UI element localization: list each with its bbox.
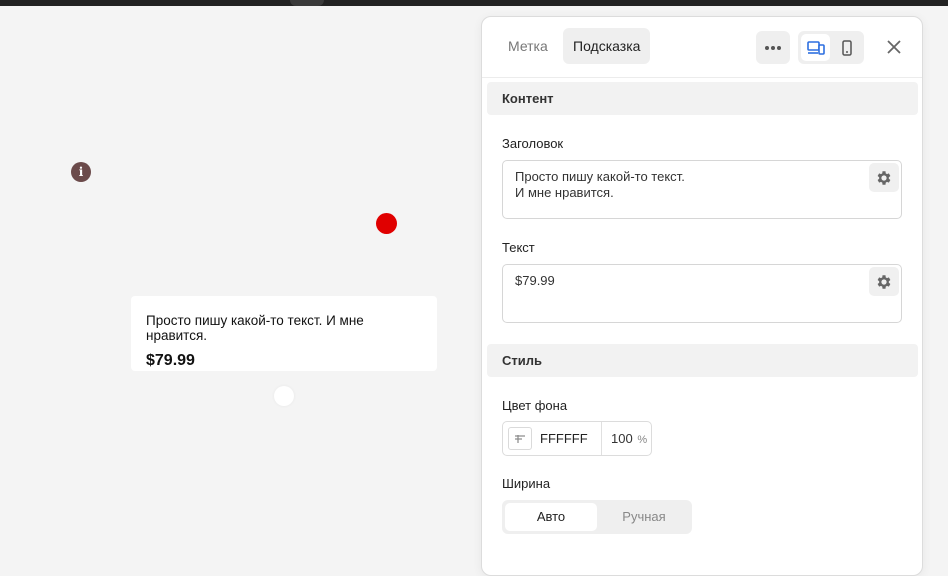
mobile-icon (841, 39, 852, 56)
info-marker-icon[interactable]: i (71, 162, 91, 182)
desktop-view-button[interactable] (801, 34, 830, 61)
gear-icon (877, 274, 891, 289)
width-label: Ширина (502, 476, 551, 491)
color-swatch[interactable] (508, 427, 532, 450)
panel-header: Метка Подсказка (482, 17, 922, 78)
text-settings-button[interactable] (869, 267, 899, 296)
text-textarea[interactable]: $79.99 (502, 264, 902, 323)
bg-color-label: Цвет фона (502, 398, 568, 413)
gear-icon (877, 170, 891, 185)
color-field-divider (601, 422, 602, 455)
top-bar (0, 0, 948, 6)
info-marker-glyph: i (78, 165, 84, 179)
text-value: $79.99 (515, 273, 555, 288)
more-horizontal-icon (765, 45, 781, 50)
heading-settings-button[interactable] (869, 163, 899, 192)
tooltip-settings-panel: Метка Подсказка Контент Заголовок Просто… (481, 16, 923, 576)
bg-opacity-unit: % (637, 434, 648, 446)
desktop-mobile-icon (806, 40, 825, 55)
device-toggle (798, 31, 864, 64)
width-auto-option[interactable]: Авто (505, 503, 597, 531)
bg-opacity-input[interactable]: 100 % (611, 422, 647, 455)
hotspot-marker[interactable] (376, 213, 397, 234)
heading-textarea[interactable]: Просто пишу какой-то текст. И мне нравит… (502, 160, 902, 219)
heading-line-2: И мне нравится. (515, 185, 614, 200)
bg-color-field: FFFFFF 100 % (502, 421, 652, 456)
width-manual-option[interactable]: Ручная (598, 503, 690, 531)
mobile-view-button[interactable] (832, 34, 861, 61)
heading-label: Заголовок (502, 136, 564, 151)
close-icon (887, 40, 901, 54)
top-bar-handle (290, 0, 324, 6)
section-content[interactable]: Контент (487, 82, 918, 115)
color-picker-icon (515, 434, 525, 443)
tooltip-preview-card[interactable]: Просто пишу какой-то текст. И мне нравит… (131, 296, 437, 371)
width-toggle: Авто Ручная (502, 500, 692, 534)
section-style[interactable]: Стиль (487, 344, 918, 377)
tab-tooltip[interactable]: Подсказка (563, 28, 651, 64)
text-label: Текст (502, 240, 535, 255)
heading-line-1: Просто пишу какой-то текст. (515, 169, 685, 184)
tooltip-price: $79.99 (146, 352, 195, 369)
tooltip-anchor-dot[interactable] (274, 386, 294, 406)
bg-color-hex-input[interactable]: FFFFFF (540, 422, 600, 455)
tab-label[interactable]: Метка (498, 28, 558, 64)
tooltip-title: Просто пишу какой-то текст. И мне нравит… (146, 313, 364, 343)
close-button[interactable] (882, 35, 906, 59)
more-options-button[interactable] (756, 31, 790, 64)
bg-opacity-value: 100 (611, 431, 633, 446)
